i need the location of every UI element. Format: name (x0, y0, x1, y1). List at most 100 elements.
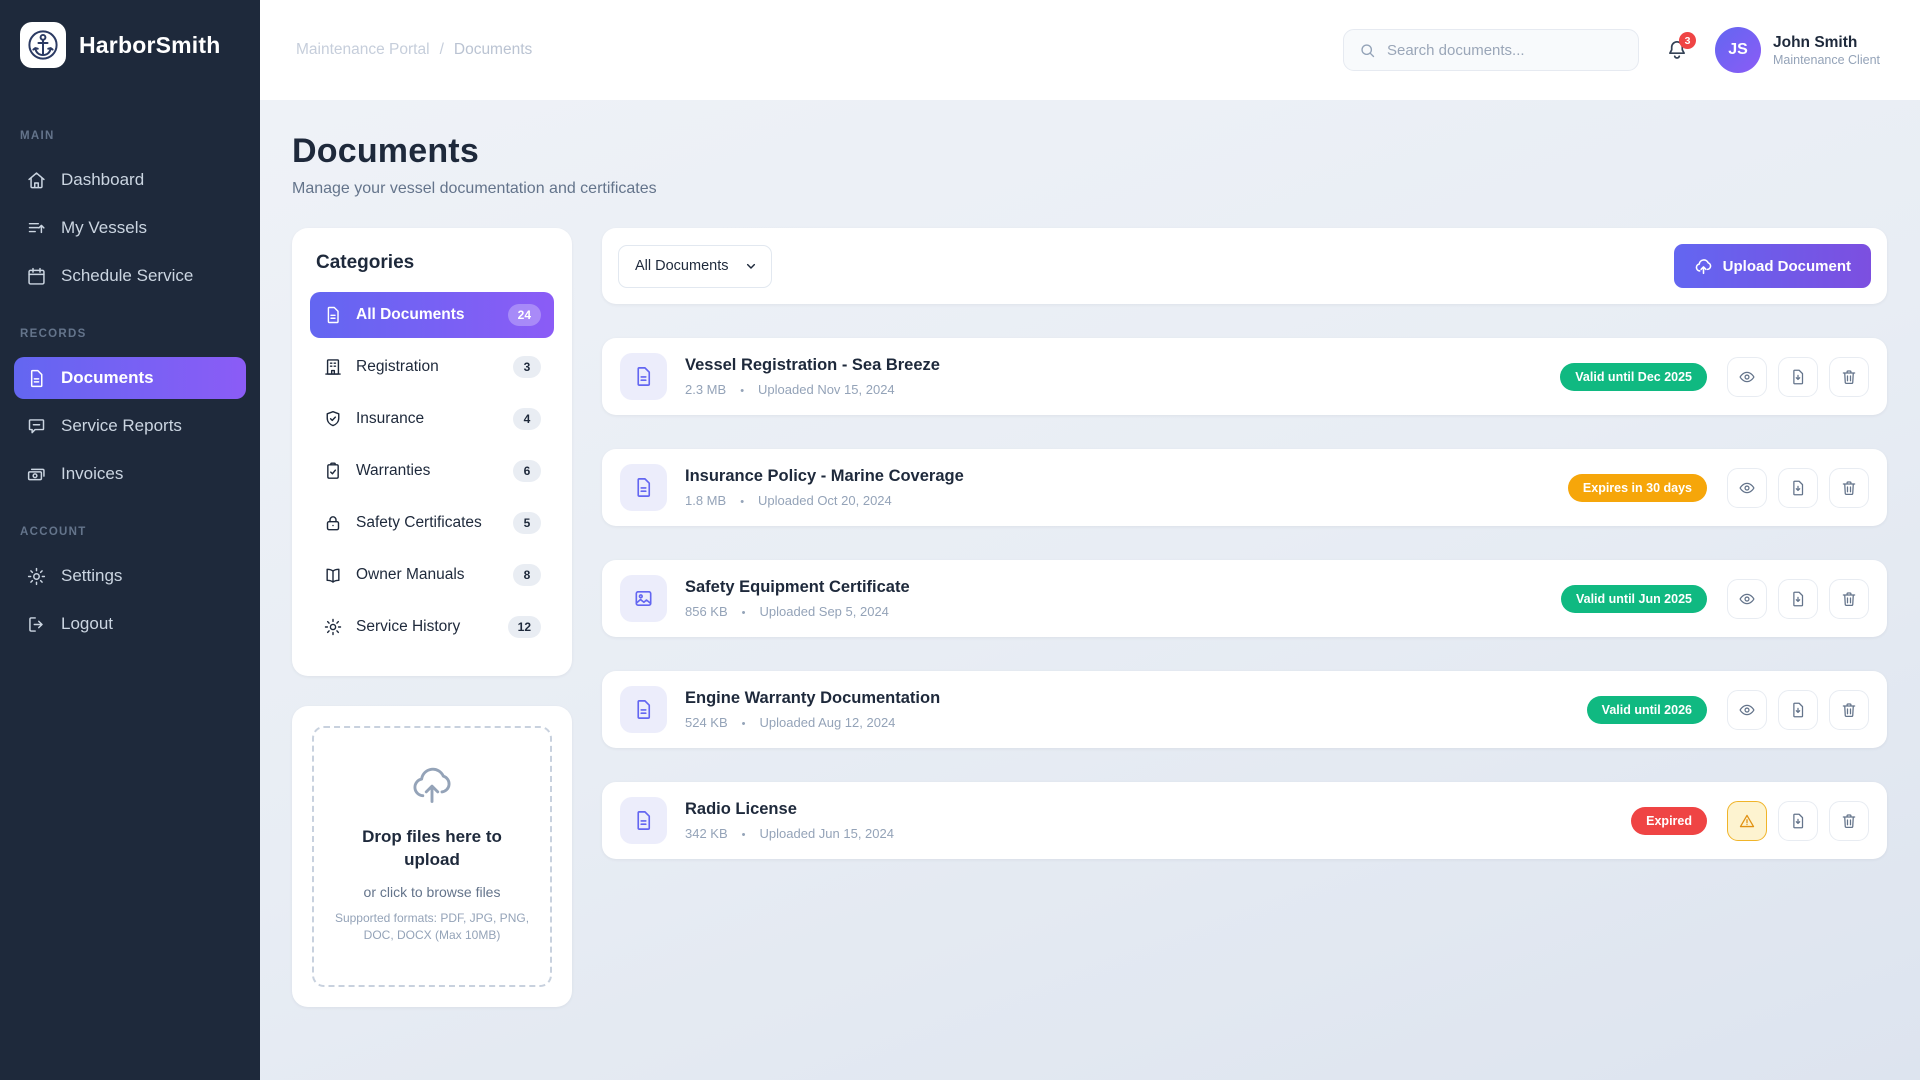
document-meta: 1.8 MB Uploaded Oct 20, 2024 (685, 493, 964, 508)
delete-button[interactable] (1829, 690, 1869, 730)
view-button[interactable] (1727, 468, 1767, 508)
brand: HarborSmith (0, 22, 260, 68)
view-button[interactable] (1727, 357, 1767, 397)
download-button[interactable] (1778, 801, 1818, 841)
file-text-icon (620, 797, 667, 844)
clipboard-check-icon (323, 461, 343, 481)
filter-select-wrap: All Documents (618, 245, 772, 288)
file-download-icon (1789, 812, 1807, 830)
breadcrumb-root[interactable]: Maintenance Portal (296, 41, 430, 59)
category-registration[interactable]: Registration 3 (310, 344, 554, 390)
status-badge: Expires in 30 days (1568, 474, 1707, 502)
delete-button[interactable] (1829, 579, 1869, 619)
category-count: 5 (513, 512, 541, 534)
document-filter-select[interactable]: All Documents (618, 245, 772, 288)
page-title: Documents (292, 132, 1887, 171)
gear-icon (323, 617, 343, 637)
meta-separator (726, 493, 758, 508)
meta-separator (726, 382, 758, 397)
document-uploaded: Uploaded Jun 15, 2024 (760, 826, 894, 841)
sidebar-section-account: ACCOUNT (0, 526, 260, 538)
document-title: Radio License (685, 800, 894, 819)
shield-check-icon (323, 409, 343, 429)
sidebar-item-settings[interactable]: Settings (14, 555, 246, 597)
category-label: Warranties (356, 462, 430, 480)
content: Documents Manage your vessel documentati… (260, 100, 1920, 1080)
sidebar-item-schedule-service[interactable]: Schedule Service (14, 255, 246, 297)
category-label: Registration (356, 358, 439, 376)
sidebar-item-label: Invoices (61, 464, 123, 484)
category-label: All Documents (356, 306, 465, 324)
download-button[interactable] (1778, 357, 1818, 397)
file-download-icon (1789, 590, 1807, 608)
sidebar-item-documents[interactable]: Documents (14, 357, 246, 399)
upload-document-button[interactable]: Upload Document (1674, 244, 1871, 288)
category-count: 24 (508, 304, 541, 326)
download-button[interactable] (1778, 690, 1818, 730)
book-open-icon (323, 565, 343, 585)
sidebar-item-logout[interactable]: Logout (14, 603, 246, 645)
image-icon (620, 575, 667, 622)
user-menu[interactable]: JS John Smith Maintenance Client (1715, 27, 1880, 73)
download-button[interactable] (1778, 468, 1818, 508)
cloud-upload-icon (409, 762, 455, 808)
eye-icon (1738, 590, 1756, 608)
sidebar-section-records: RECORDS (0, 328, 260, 340)
upload-card: Drop files here to upload or click to br… (292, 706, 572, 1007)
left-column: Categories All Documents 24 Registration… (292, 228, 572, 1007)
document-row: Radio License 342 KB Uploaded Jun 15, 20… (602, 782, 1887, 859)
documents-panel: All Documents Upload Document (602, 228, 1887, 859)
category-service-history[interactable]: Service History 12 (310, 604, 554, 650)
category-insurance[interactable]: Insurance 4 (310, 396, 554, 442)
notifications-button[interactable]: 3 (1665, 38, 1689, 62)
dropzone-subtitle: or click to browse files (332, 884, 532, 900)
topbar: Maintenance Portal Documents 3 JS John S… (260, 0, 1920, 100)
file-download-icon (1789, 368, 1807, 386)
dropzone-title: Drop files here to upload (332, 826, 532, 872)
sidebar: HarborSmith MAIN Dashboard My Vessels Sc… (0, 0, 260, 1080)
categories-card: Categories All Documents 24 Registration… (292, 228, 572, 676)
trash-icon (1840, 812, 1858, 830)
trash-icon (1840, 368, 1858, 386)
view-button[interactable] (1727, 579, 1767, 619)
document-row: Insurance Policy - Marine Coverage 1.8 M… (602, 449, 1887, 526)
file-dropzone[interactable]: Drop files here to upload or click to br… (312, 726, 552, 987)
sidebar-section-main: MAIN (0, 130, 260, 142)
sidebar-item-invoices[interactable]: Invoices (14, 453, 246, 495)
category-count: 4 (513, 408, 541, 430)
warning-triangle-icon (1738, 812, 1756, 830)
trash-icon (1840, 479, 1858, 497)
delete-button[interactable] (1829, 468, 1869, 508)
eye-icon (1738, 701, 1756, 719)
avatar: JS (1715, 27, 1761, 73)
view-button[interactable] (1727, 690, 1767, 730)
sidebar-item-service-reports[interactable]: Service Reports (14, 405, 246, 447)
category-count: 3 (513, 356, 541, 378)
document-icon (323, 305, 343, 325)
category-count: 8 (513, 564, 541, 586)
meta-separator (728, 826, 760, 841)
category-owner-manuals[interactable]: Owner Manuals 8 (310, 552, 554, 598)
category-warranties[interactable]: Warranties 6 (310, 448, 554, 494)
status-badge: Valid until 2026 (1587, 696, 1707, 724)
document-actions (1727, 357, 1869, 397)
delete-button[interactable] (1829, 357, 1869, 397)
eye-icon (1738, 479, 1756, 497)
expired-warning-button[interactable] (1727, 801, 1767, 841)
sidebar-item-label: Documents (61, 368, 154, 388)
user-name: John Smith (1773, 33, 1880, 52)
category-safety-certificates[interactable]: Safety Certificates 5 (310, 500, 554, 546)
cloud-upload-icon (1694, 257, 1713, 276)
category-all-documents[interactable]: All Documents 24 (310, 292, 554, 338)
sidebar-item-dashboard[interactable]: Dashboard (14, 159, 246, 201)
search-input[interactable] (1387, 42, 1624, 59)
trash-icon (1840, 701, 1858, 719)
sidebar-item-my-vessels[interactable]: My Vessels (14, 207, 246, 249)
delete-button[interactable] (1829, 801, 1869, 841)
file-text-icon (620, 464, 667, 511)
sidebar-item-label: Schedule Service (61, 266, 193, 286)
download-button[interactable] (1778, 579, 1818, 619)
banknotes-icon (26, 464, 47, 485)
breadcrumb: Maintenance Portal Documents (296, 41, 532, 59)
meta-separator (728, 604, 760, 619)
